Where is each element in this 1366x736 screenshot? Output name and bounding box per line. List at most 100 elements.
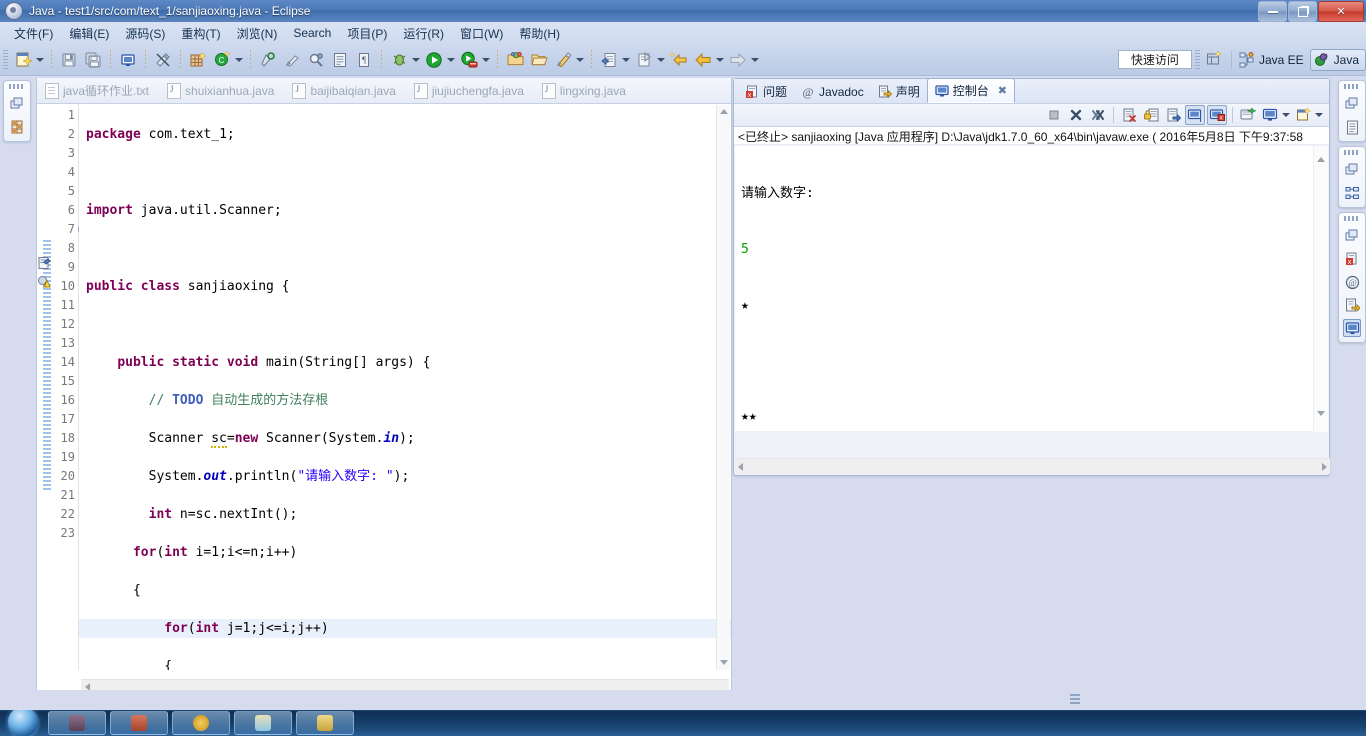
toggle-breakpoint-button[interactable]: [552, 49, 574, 71]
toggle-mark-occurrences-button[interactable]: [152, 49, 174, 71]
toolbar-gripper[interactable]: [3, 49, 8, 70]
remove-all-terminated-button[interactable]: [1088, 105, 1108, 125]
run-coverage-dropdown-icon[interactable]: [481, 50, 490, 70]
editor-tab-0[interactable]: java循环作业.txt: [37, 78, 159, 103]
editor-marker-bar[interactable]: !: [37, 104, 51, 670]
pin-console-button[interactable]: x: [1207, 105, 1227, 125]
open-folder-button[interactable]: [528, 49, 550, 71]
taskbar-item-4[interactable]: [234, 711, 292, 735]
debug-button[interactable]: [388, 49, 410, 71]
perspective-java[interactable]: Java: [1309, 48, 1366, 71]
rail-gripper[interactable]: [1344, 150, 1360, 155]
back-button[interactable]: [692, 49, 714, 71]
forward-button[interactable]: [727, 49, 749, 71]
show-console-on-output-button[interactable]: [1185, 105, 1205, 125]
rail-gripper[interactable]: [1344, 216, 1360, 221]
scroll-left-arrow-icon[interactable]: [738, 462, 743, 471]
external-tools-button[interactable]: [281, 49, 303, 71]
menu-help[interactable]: 帮助(H): [511, 23, 568, 44]
clear-console-button[interactable]: [1119, 105, 1139, 125]
view-menu-dropdown-icon[interactable]: [1314, 106, 1323, 124]
open-type-button[interactable]: [257, 49, 279, 71]
outline-view-icon[interactable]: [1343, 118, 1361, 136]
breakpoint-dropdown-icon[interactable]: [575, 50, 584, 70]
tab-console[interactable]: 控制台 ✖: [926, 78, 1015, 103]
rail-gripper[interactable]: [1344, 84, 1360, 89]
view-menu-button[interactable]: [1293, 105, 1313, 125]
editor-code-text[interactable]: package com.text_1; import java.util.Sca…: [79, 104, 731, 670]
menu-window[interactable]: 窗口(W): [452, 23, 511, 44]
display-selected-console-button[interactable]: [1238, 105, 1258, 125]
word-wrap-button[interactable]: [1163, 105, 1183, 125]
new-java-project-button[interactable]: [187, 49, 209, 71]
open-console-button[interactable]: [1260, 105, 1280, 125]
rail-gripper[interactable]: [9, 84, 25, 89]
scroll-down-arrow-icon[interactable]: [1314, 406, 1328, 420]
editor-tab-4[interactable]: lingxing.java: [534, 78, 636, 103]
open-task-button[interactable]: [329, 49, 351, 71]
back-button-sparkle[interactable]: [668, 49, 690, 71]
scroll-down-arrow-icon[interactable]: [717, 656, 730, 669]
debug-dropdown-icon[interactable]: [411, 50, 420, 70]
todo-task-marker[interactable]: [37, 256, 51, 270]
new-java-class-button[interactable]: C: [211, 49, 233, 71]
declaration-view-icon[interactable]: [1343, 296, 1361, 314]
warning-marker[interactable]: !: [37, 275, 51, 289]
tab-javadoc[interactable]: @ Javadoc: [794, 80, 871, 103]
close-button[interactable]: ✕: [1318, 1, 1364, 22]
new-wizard-dropdown-icon[interactable]: [35, 50, 44, 70]
minimize-restore-icon[interactable]: [1343, 161, 1361, 179]
package-explorer-icon[interactable]: [8, 118, 26, 136]
taskbar-item-2[interactable]: [110, 711, 168, 735]
back-dropdown-icon[interactable]: [715, 50, 724, 70]
status-bar-gripper[interactable]: [1070, 694, 1080, 706]
run-button[interactable]: [423, 49, 445, 71]
scroll-up-arrow-icon[interactable]: [1314, 152, 1328, 166]
run-dropdown-icon[interactable]: [446, 50, 455, 70]
menu-refactor[interactable]: 重构(T): [173, 23, 228, 44]
minimize-restore-icon[interactable]: [1343, 227, 1361, 245]
start-button[interactable]: [0, 710, 46, 736]
scroll-up-arrow-icon[interactable]: [717, 105, 730, 118]
restore-button[interactable]: [1288, 1, 1317, 22]
minimize-button[interactable]: [1258, 1, 1287, 22]
console-output[interactable]: 请输入数字: 5 ★ ★★ ★★★ ★★★★ ★★★★★: [735, 146, 1315, 431]
open-console-dropdown-icon[interactable]: [1281, 106, 1290, 124]
problems-view-icon[interactable]: x: [1343, 250, 1361, 268]
editor-tab-2[interactable]: baijibaiqian.java: [284, 78, 405, 103]
close-icon[interactable]: ✖: [998, 84, 1007, 97]
tab-declaration[interactable]: 声明: [871, 80, 927, 103]
terminate-button[interactable]: [1044, 105, 1064, 125]
minimize-restore-icon[interactable]: [1343, 95, 1361, 113]
next-edit-dropdown-icon[interactable]: [621, 50, 630, 70]
editor-vertical-scrollbar[interactable]: [716, 105, 730, 670]
last-edit-dropdown-icon[interactable]: [656, 50, 665, 70]
console-horizontal-scrollbar[interactable]: [735, 458, 1330, 474]
menu-search[interactable]: Search: [285, 24, 339, 42]
new-package-folder-button[interactable]: [504, 49, 526, 71]
scroll-right-arrow-icon[interactable]: [1322, 462, 1327, 471]
last-edit-location-button[interactable]: [633, 49, 655, 71]
editor-tab-3[interactable]: jiujiuchengfa.java: [406, 78, 534, 103]
console-vertical-scrollbar[interactable]: [1313, 146, 1328, 432]
taskbar-item-5[interactable]: [296, 711, 354, 735]
javadoc-view-icon[interactable]: @: [1343, 273, 1361, 291]
menu-navigate[interactable]: 浏览(N): [229, 23, 286, 44]
new-wizard-button[interactable]: [12, 49, 34, 71]
tab-problems[interactable]: x 问题: [738, 80, 794, 103]
menu-file[interactable]: 文件(F): [6, 23, 61, 44]
hierarchy-view-icon[interactable]: [1343, 184, 1361, 202]
restore-view-icon[interactable]: [8, 95, 26, 113]
perspective-java-ee[interactable]: Java EE: [1236, 49, 1310, 71]
quick-access-input[interactable]: 快速访问: [1117, 50, 1192, 69]
save-button[interactable]: [58, 49, 80, 71]
console-view-icon[interactable]: [1343, 319, 1361, 337]
menu-edit[interactable]: 编辑(E): [61, 23, 117, 44]
editor-tab-1[interactable]: shuixianhua.java: [159, 78, 284, 103]
perspective-gripper[interactable]: [1194, 49, 1200, 70]
menu-run[interactable]: 运行(R): [395, 23, 452, 44]
previous-annotation-button[interactable]: ¶: [353, 49, 375, 71]
new-java-class-dropdown-icon[interactable]: [234, 50, 243, 70]
menu-source[interactable]: 源码(S): [117, 23, 173, 44]
remove-launch-button[interactable]: [1066, 105, 1086, 125]
